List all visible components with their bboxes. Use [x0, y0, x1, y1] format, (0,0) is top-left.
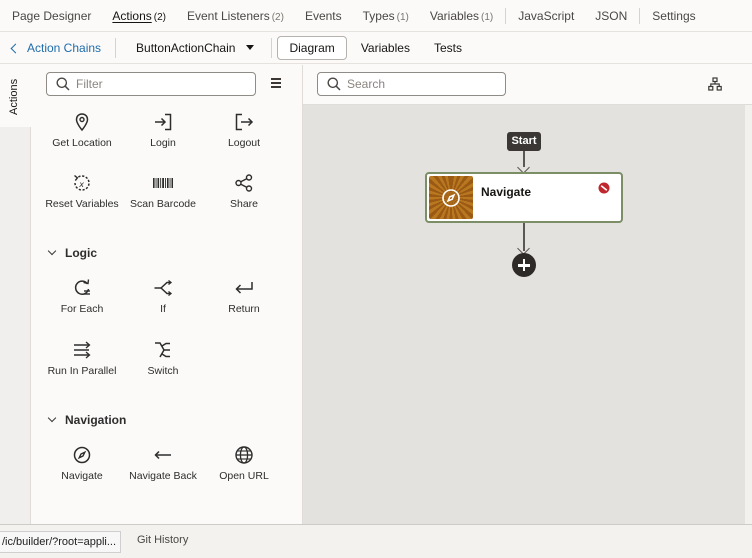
palette-item-open-url[interactable]: Open URL: [204, 445, 284, 482]
tab-types[interactable]: Types (1): [363, 9, 409, 23]
section-title: Navigation: [65, 413, 127, 427]
toolbar-divider: [271, 37, 273, 58]
url-status-tooltip: /ic/builder/?root=appli...: [0, 531, 122, 553]
tab-actions[interactable]: Actions (2): [112, 9, 166, 23]
palette-item-login[interactable]: Login: [123, 112, 203, 149]
side-tab-rail: [0, 65, 31, 524]
add-action-button[interactable]: [512, 253, 536, 277]
diagram-toolbar: [303, 65, 752, 105]
palette-item-label: Navigate Back: [129, 470, 197, 482]
palette-menu-icon[interactable]: [271, 78, 281, 88]
palette-item-run-in-parallel[interactable]: Run In Parallel: [42, 340, 122, 377]
palette-item-get-location[interactable]: Get Location: [42, 112, 122, 149]
diagram-search-field[interactable]: [317, 72, 506, 96]
compass-icon: [442, 189, 460, 207]
palette-item-for-each[interactable]: For Each: [42, 278, 122, 315]
palette-item-label: Scan Barcode: [130, 198, 196, 210]
action-chains-back-link[interactable]: Action Chains: [10, 40, 102, 55]
palette-item-label: Share: [229, 198, 259, 210]
palette-item-navigate[interactable]: Navigate: [42, 445, 122, 482]
palette-item-switch[interactable]: Switch: [123, 340, 203, 377]
compass-icon: [73, 446, 91, 464]
palette-item-label: If: [160, 303, 166, 315]
filter-input[interactable]: [76, 77, 236, 91]
back-arrow-icon: [154, 450, 171, 460]
palette-item-label: Open URL: [219, 470, 269, 482]
share-icon: [235, 174, 253, 192]
section-navigation-header[interactable]: Navigation: [47, 413, 127, 427]
tab-variables[interactable]: Variables (1): [430, 9, 493, 23]
if-branch-icon: [154, 279, 173, 297]
tab-divider: [639, 7, 641, 24]
tab-chain-variables[interactable]: Variables: [351, 36, 420, 60]
palette-item-label: Switch: [147, 365, 179, 377]
search-icon: [56, 77, 70, 91]
palette-item-label: For Each: [60, 303, 104, 315]
toolbar-divider: [115, 37, 117, 58]
for-each-icon: [74, 279, 90, 295]
node-thumbnail: [429, 176, 473, 219]
canvas-scrollbar[interactable]: [745, 105, 752, 524]
tab-tests[interactable]: Tests: [424, 36, 472, 60]
palette-item-label: Return: [228, 303, 260, 315]
palette-item-return[interactable]: Return: [204, 278, 284, 315]
top-tab-bar: Page Designer Actions (2) Event Listeners…: [0, 0, 752, 32]
palette-item-label: Reset Variables: [45, 198, 119, 210]
reset-variables-icon: x: [74, 174, 90, 191]
chevron-down-icon: [47, 413, 57, 423]
section-logic-header[interactable]: Logic: [47, 246, 97, 260]
section-title: Logic: [65, 246, 97, 260]
side-tab-label: Actions: [8, 78, 20, 115]
diagram-search-input[interactable]: [347, 77, 497, 91]
tab-page-designer[interactable]: Page Designer: [12, 9, 91, 23]
action-chain-toolbar: Action Chains ButtonActionChain Diagram …: [0, 32, 752, 64]
location-pin-icon: [75, 113, 89, 132]
barcode-icon: [153, 178, 173, 188]
palette-item-scan-barcode[interactable]: Scan Barcode: [123, 173, 203, 210]
chevron-left-icon: [10, 43, 21, 53]
start-node[interactable]: Start: [507, 132, 541, 151]
tab-diagram[interactable]: Diagram: [277, 35, 347, 60]
navigate-action-node[interactable]: Navigate: [425, 172, 623, 223]
back-link-label: Action Chains: [27, 40, 102, 55]
palette-item-navigate-back[interactable]: Navigate Back: [123, 445, 203, 482]
palette-item-reset-variables[interactable]: x Reset Variables: [42, 173, 122, 210]
return-icon: [235, 282, 253, 294]
error-icon[interactable]: [598, 182, 610, 194]
palette-item-label: Logout: [227, 137, 261, 149]
tab-javascript[interactable]: JavaScript: [518, 9, 574, 23]
tab-events[interactable]: Events: [305, 9, 342, 23]
palette-item-if[interactable]: If: [123, 278, 203, 315]
filter-field[interactable]: [46, 72, 256, 96]
tab-divider: [505, 7, 507, 24]
switch-icon: [155, 342, 170, 358]
chevron-down-icon: [47, 246, 57, 256]
search-icon: [327, 77, 341, 91]
globe-icon: [235, 446, 253, 464]
node-title: Navigate: [481, 185, 532, 199]
side-tab-actions[interactable]: Actions: [0, 65, 31, 127]
tab-settings[interactable]: Settings: [652, 9, 695, 23]
login-icon: [155, 113, 172, 131]
palette-item-label: Get Location: [52, 137, 112, 149]
caret-down-icon: [246, 45, 255, 50]
logout-icon: [235, 113, 254, 131]
palette-item-logout[interactable]: Logout: [204, 112, 284, 149]
palette-item-share[interactable]: Share: [204, 173, 284, 210]
palette-item-label: Login: [150, 137, 176, 149]
palette-item-label: Navigate: [61, 470, 103, 482]
structure-view-icon[interactable]: [708, 77, 722, 91]
svg-text:x: x: [78, 180, 84, 189]
palette-item-label: Run In Parallel: [47, 365, 117, 377]
actions-palette: Get Location Login Logout x Reset Variab…: [31, 65, 303, 524]
parallel-icon: [74, 341, 91, 359]
tab-event-listeners[interactable]: Event Listeners (2): [187, 9, 284, 23]
tab-json[interactable]: JSON: [595, 9, 627, 23]
action-chain-name: ButtonActionChain: [136, 40, 236, 55]
git-history-tab[interactable]: Git History: [137, 534, 188, 546]
action-chain-selector[interactable]: ButtonActionChain: [136, 40, 255, 55]
